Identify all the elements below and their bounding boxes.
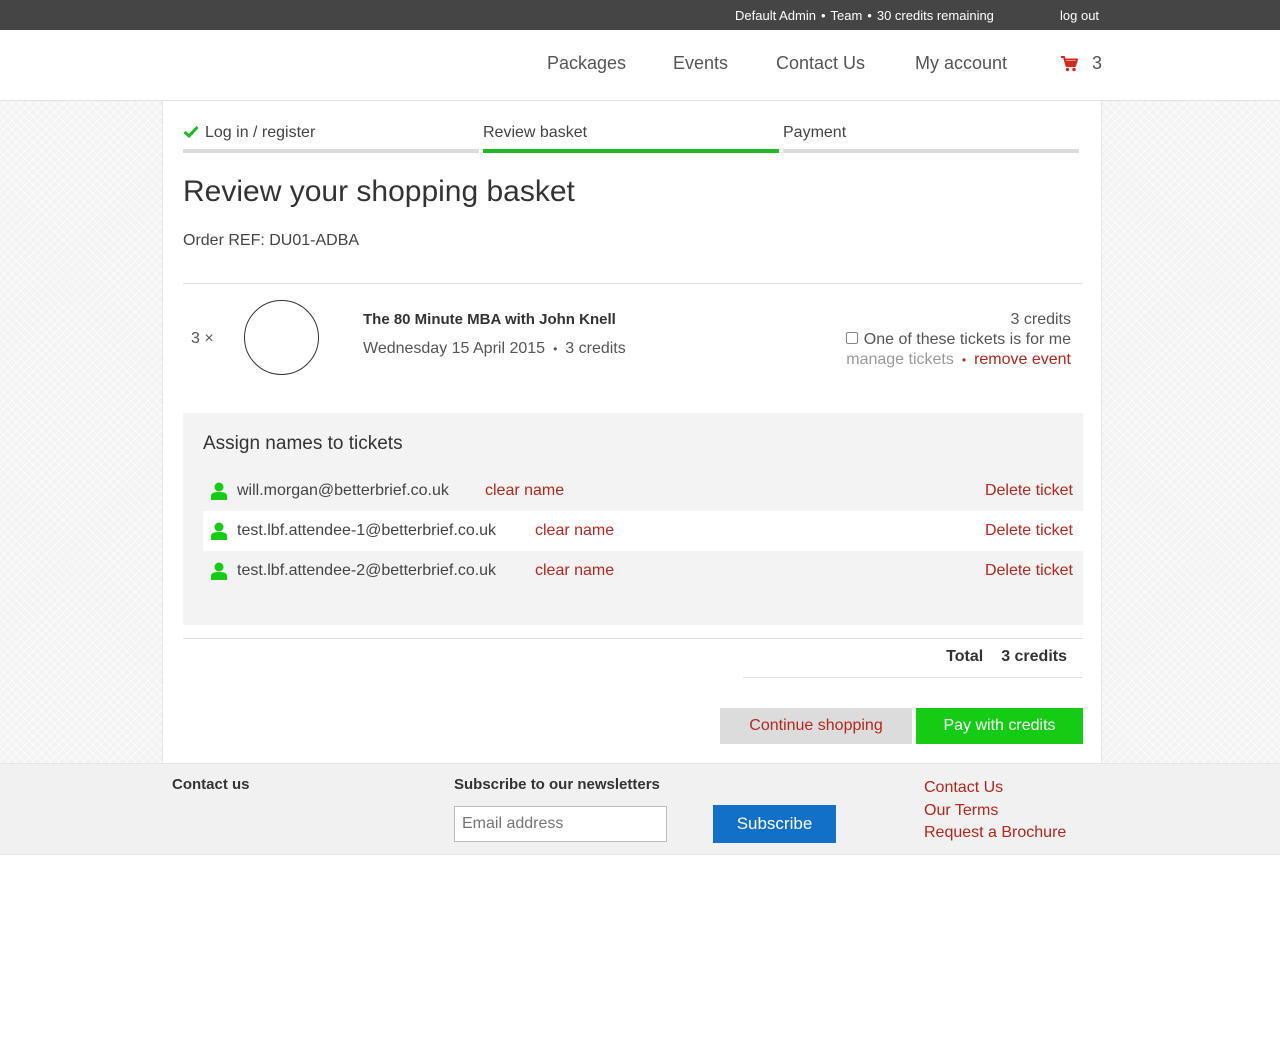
step-payment[interactable]: Payment xyxy=(783,124,1079,153)
divider xyxy=(183,638,1083,639)
step-label: Log in / register xyxy=(205,124,316,141)
step-review-basket[interactable]: Review basket xyxy=(483,124,779,153)
newsletter-email-input[interactable] xyxy=(454,806,667,842)
separator: • xyxy=(867,8,872,23)
step-label: Review basket xyxy=(483,124,588,141)
ticket-row: will.morgan@betterbrief.co.uk clear name… xyxy=(203,471,1083,511)
continue-shopping-button[interactable]: Continue shopping xyxy=(720,708,912,744)
basket-total: Total 3 credits xyxy=(743,648,1083,678)
team-link[interactable]: Team xyxy=(831,8,863,23)
top-bar: Default Admin • Team • 30 credits remaining … xyxy=(0,0,1280,30)
event-image-placeholder xyxy=(244,300,319,375)
manage-tickets-link[interactable]: manage tickets xyxy=(846,351,954,368)
nav-packages[interactable]: Packages xyxy=(547,53,626,74)
pay-with-credits-button[interactable]: Pay with credits xyxy=(916,708,1083,744)
nav-events[interactable]: Events xyxy=(673,53,728,74)
event-credits: 3 credits xyxy=(565,340,626,357)
footer-links: Contact Us Our Terms Request a Brochure xyxy=(924,777,1066,845)
divider xyxy=(183,283,1083,284)
ticket-email: test.lbf.attendee-2@betterbrief.co.uk xyxy=(237,562,497,579)
footer-contact-heading: Contact us xyxy=(172,776,250,793)
event-meta: Wednesday 15 April 2015 • 3 credits xyxy=(363,340,626,358)
page-title: Review your shopping basket xyxy=(183,175,575,208)
person-icon xyxy=(211,562,227,585)
order-ref: Order REF: DU01-ADBA xyxy=(183,232,360,249)
assign-heading: Assign names to tickets xyxy=(203,433,403,454)
separator: • xyxy=(961,353,967,367)
check-icon xyxy=(183,125,199,143)
footer-link-our-terms[interactable]: Our Terms xyxy=(924,800,1066,823)
subscribe-button[interactable]: Subscribe xyxy=(713,805,836,843)
event-date: Wednesday 15 April 2015 xyxy=(363,340,546,357)
checkbox-label: One of these tickets is for me xyxy=(863,331,1071,348)
step-login[interactable]: Log in / register xyxy=(183,124,479,153)
account-info: Default Admin • Team • 30 credits remaining xyxy=(735,8,994,23)
total-value: 3 credits xyxy=(1001,648,1067,665)
ticket-for-me-option[interactable]: One of these tickets is for me xyxy=(845,330,1071,350)
clear-name-link[interactable]: clear name xyxy=(485,482,564,500)
person-icon xyxy=(211,522,227,545)
cart-count: 3 xyxy=(1092,53,1103,73)
delete-ticket-link[interactable]: Delete ticket xyxy=(985,482,1073,500)
logout-link[interactable]: log out xyxy=(1060,8,1099,23)
ticket-for-me-checkbox[interactable] xyxy=(845,332,858,344)
separator: • xyxy=(553,342,558,356)
delete-ticket-link[interactable]: Delete ticket xyxy=(985,522,1073,540)
ticket-row: test.lbf.attendee-2@betterbrief.co.uk cl… xyxy=(203,551,1083,591)
nav-my-account[interactable]: My account xyxy=(915,53,1007,74)
ticket-email: will.morgan@betterbrief.co.uk xyxy=(237,482,449,499)
footer-link-contact-us[interactable]: Contact Us xyxy=(924,777,1066,800)
person-icon xyxy=(211,482,227,505)
nav-contact-us[interactable]: Contact Us xyxy=(776,53,865,74)
user-name: Default Admin xyxy=(735,8,816,23)
step-label: Payment xyxy=(783,124,847,141)
clear-name-link[interactable]: clear name xyxy=(535,562,614,580)
remove-event-link[interactable]: remove event xyxy=(974,351,1071,368)
event-price: 3 credits xyxy=(1010,311,1071,328)
footer: Contact us Subscribe to our newsletters … xyxy=(0,763,1280,855)
header: Packages Events Contact Us My account 3 xyxy=(0,30,1280,101)
assign-names-panel: Assign names to tickets will.morgan@bett… xyxy=(183,413,1083,625)
ticket-row: test.lbf.attendee-1@betterbrief.co.uk cl… xyxy=(203,511,1083,551)
event-actions: 3 credits One of these tickets is for me… xyxy=(845,310,1071,370)
event-quantity: 3 × xyxy=(191,330,214,347)
footer-link-request-brochure[interactable]: Request a Brochure xyxy=(924,822,1066,845)
event-name[interactable]: The 80 Minute MBA with John Knell xyxy=(363,311,616,328)
separator: • xyxy=(820,8,826,23)
clear-name-link[interactable]: clear name xyxy=(535,522,614,540)
credits-remaining: 30 credits remaining xyxy=(876,8,994,23)
cart-button[interactable]: 3 xyxy=(1060,53,1102,74)
newsletter-heading: Subscribe to our newsletters xyxy=(454,776,660,793)
ticket-email: test.lbf.attendee-1@betterbrief.co.uk xyxy=(237,522,497,539)
total-label: Total xyxy=(946,648,984,665)
cart-icon xyxy=(1060,55,1078,72)
delete-ticket-link[interactable]: Delete ticket xyxy=(985,562,1073,580)
basket-content: Log in / register Review basket Payment … xyxy=(162,101,1102,763)
